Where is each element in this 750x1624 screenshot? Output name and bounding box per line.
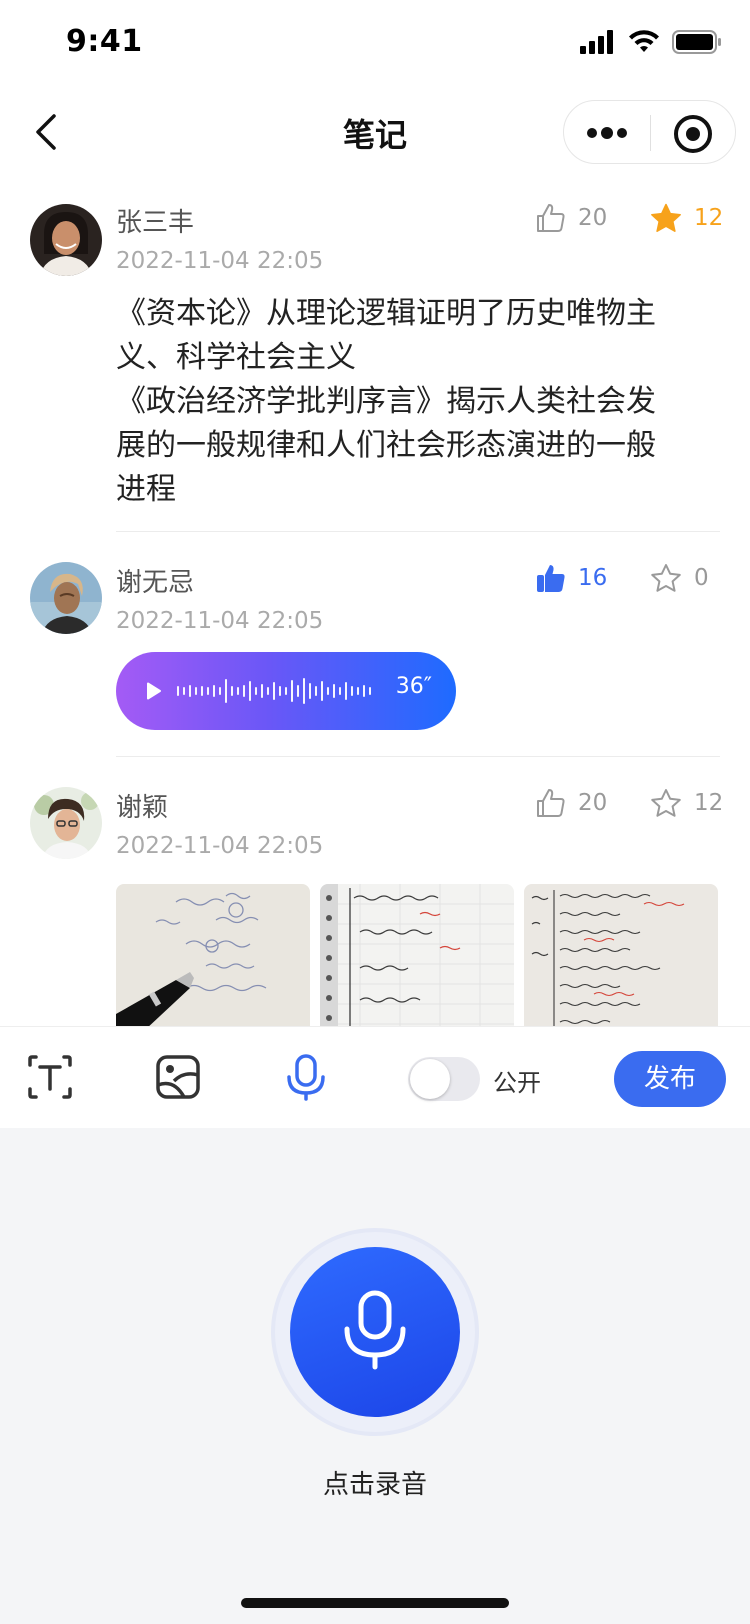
like-button[interactable]: 16 [536,563,607,593]
thumbs-up-icon [537,789,565,817]
note-text-line: 义、科学社会主义 [116,340,356,375]
status-time: 9:41 [66,24,143,59]
avatar[interactable] [30,204,102,276]
like-button[interactable]: 20 [536,203,607,233]
status-icons [580,30,722,54]
more-icon[interactable] [582,115,632,151]
favorite-button[interactable]: 12 [650,203,723,233]
favorite-button[interactable]: 12 [650,788,723,818]
like-count: 16 [578,565,608,591]
note-image[interactable] [320,884,514,1026]
record-hint: 点击录音 [322,1470,427,1500]
note-text: 《资本论》从理论逻辑证明了历史唯物主 义、科学社会主义 《政治经济学批判序言》揭… [116,292,716,512]
star-outline-icon [651,564,681,592]
note-image[interactable] [116,884,310,1026]
close-target-icon[interactable] [672,113,714,155]
voice-mode-icon[interactable] [282,1053,330,1101]
miniprogram-capsule [563,100,736,164]
like-button[interactable]: 20 [536,788,607,818]
avatar[interactable] [30,562,102,634]
public-toggle-label: 公开 [493,1069,541,1097]
note-item: 张三丰 2022-11-04 22:05 20 12 《资本论》从理论逻辑证明了… [0,176,750,532]
note-item: 谢无忌 2022-11-04 22:05 16 0 36″ [0,532,750,757]
like-count: 20 [578,790,608,816]
avatar[interactable] [30,787,102,859]
note-text-line: 《政治经济学批判序言》揭示人类社会发 [116,384,656,419]
author-name[interactable]: 张三丰 [116,202,194,239]
nav-bar: 笔记 [0,88,750,176]
author-name[interactable]: 谢颖 [116,787,168,824]
editor-toolbar: 公开 发布 [0,1026,750,1128]
home-indicator [241,1598,509,1608]
notes-feed[interactable]: 张三丰 2022-11-04 22:05 20 12 《资本论》从理论逻辑证明了… [0,176,750,1026]
status-bar: 9:41 [0,0,750,88]
microphone-icon [344,1290,406,1370]
favorite-count: 12 [694,205,724,231]
public-toggle[interactable] [408,1057,480,1101]
post-time: 2022-11-04 22:05 [116,608,324,634]
waveform-icon [177,678,371,704]
thumbs-up-icon [537,204,565,232]
publish-button[interactable]: 发布 [614,1051,726,1107]
favorite-button[interactable]: 0 [650,563,709,593]
voice-message[interactable]: 36″ [116,652,456,730]
note-image[interactable] [524,884,718,1026]
record-button[interactable] [290,1247,460,1417]
signal-icon [580,30,613,54]
voice-duration: 36″ [395,674,432,699]
capsule-divider [650,115,651,151]
author-name[interactable]: 谢无忌 [116,562,194,599]
favorite-count: 12 [694,790,724,816]
star-outline-icon [651,789,681,817]
toggle-knob [410,1059,450,1099]
text-mode-icon[interactable] [26,1053,74,1101]
note-text-line: 《资本论》从理论逻辑证明了历史唯物主 [116,296,656,331]
note-item: 谢颖 2022-11-04 22:05 20 12 [0,757,750,1026]
note-text-line: 展的一般规律和人们社会形态演进的一般 [116,428,656,463]
thumbs-up-filled-icon [537,565,565,592]
star-filled-icon [651,203,681,232]
record-panel: 点击录音 [0,1128,750,1624]
post-time: 2022-11-04 22:05 [116,248,324,274]
battery-icon [672,30,721,54]
play-icon [147,682,161,700]
post-time: 2022-11-04 22:05 [116,833,324,859]
image-mode-icon[interactable] [154,1053,202,1101]
favorite-count: 0 [694,565,709,591]
note-text-line: 进程 [116,472,176,507]
wifi-icon [629,30,659,52]
like-count: 20 [578,205,608,231]
